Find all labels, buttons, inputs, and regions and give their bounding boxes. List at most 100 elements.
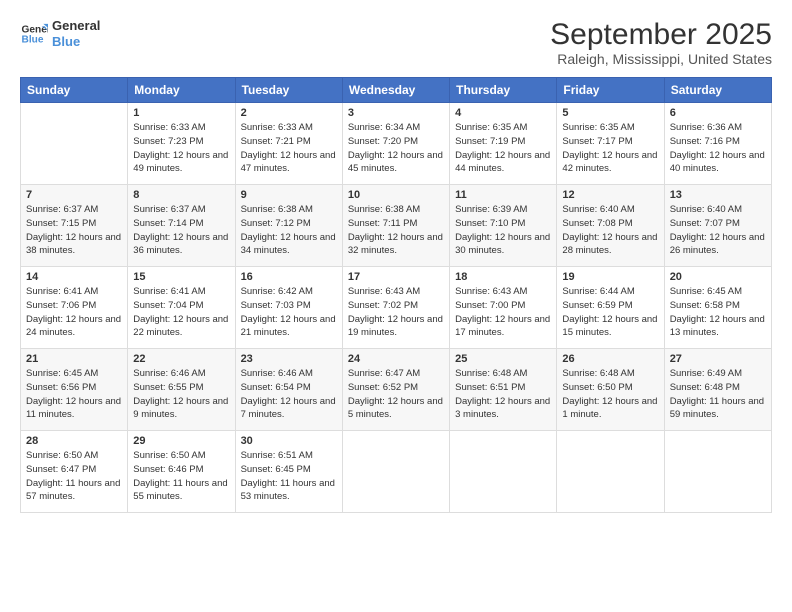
calendar: Sunday Monday Tuesday Wednesday Thursday…	[20, 77, 772, 513]
subtitle: Raleigh, Mississippi, United States	[550, 51, 772, 67]
day-number: 24	[348, 353, 444, 365]
day-number: 27	[670, 353, 766, 365]
table-row: 7 Sunrise: 6:37 AMSunset: 7:15 PMDaylight…	[21, 185, 128, 267]
table-row: 30 Sunrise: 6:51 AMSunset: 6:45 PMDayligh…	[235, 431, 342, 513]
day-number: 1	[133, 107, 229, 119]
day-number: 25	[455, 353, 551, 365]
header-monday: Monday	[128, 78, 235, 103]
day-info: Sunrise: 6:40 AMSunset: 7:07 PMDaylight:…	[670, 203, 766, 258]
day-info: Sunrise: 6:45 AMSunset: 6:58 PMDaylight:…	[670, 285, 766, 340]
svg-text:Blue: Blue	[22, 34, 44, 45]
day-number: 12	[562, 189, 658, 201]
day-info: Sunrise: 6:35 AMSunset: 7:19 PMDaylight:…	[455, 121, 551, 176]
header: General Blue General Blue September 2025…	[20, 18, 772, 67]
calendar-week-row: 21Sunrise: 6:45 AMSunset: 6:56 PMDayligh…	[21, 349, 772, 431]
day-info: Sunrise: 6:48 AMSunset: 6:50 PMDaylight:…	[562, 367, 658, 422]
day-info: Sunrise: 6:34 AMSunset: 7:20 PMDaylight:…	[348, 121, 444, 176]
table-row: 17Sunrise: 6:43 AMSunset: 7:02 PMDayligh…	[342, 267, 449, 349]
header-friday: Friday	[557, 78, 664, 103]
day-info: Sunrise: 6:47 AMSunset: 6:52 PMDaylight:…	[348, 367, 444, 422]
day-info: Sunrise: 6:46 AMSunset: 6:55 PMDaylight:…	[133, 367, 229, 422]
day-info: Sunrise: 6:49 AMSunset: 6:48 PMDaylight:…	[670, 367, 766, 422]
day-info: Sunrise: 6:51 AMSunset: 6:45 PMDaylight:…	[241, 449, 337, 504]
day-number: 16	[241, 271, 337, 283]
table-row	[450, 431, 557, 513]
day-info: Sunrise: 6:48 AMSunset: 6:51 PMDaylight:…	[455, 367, 551, 422]
day-number: 23	[241, 353, 337, 365]
day-info: Sunrise: 6:35 AMSunset: 7:17 PMDaylight:…	[562, 121, 658, 176]
day-number: 9	[241, 189, 337, 201]
header-wednesday: Wednesday	[342, 78, 449, 103]
day-info: Sunrise: 6:44 AMSunset: 6:59 PMDaylight:…	[562, 285, 658, 340]
day-number: 10	[348, 189, 444, 201]
day-number: 2	[241, 107, 337, 119]
day-info: Sunrise: 6:40 AMSunset: 7:08 PMDaylight:…	[562, 203, 658, 258]
day-info: Sunrise: 6:36 AMSunset: 7:16 PMDaylight:…	[670, 121, 766, 176]
day-number: 22	[133, 353, 229, 365]
table-row: 10 Sunrise: 6:38 AMSunset: 7:11 PMDayligh…	[342, 185, 449, 267]
header-saturday: Saturday	[664, 78, 771, 103]
table-row: 29Sunrise: 6:50 AMSunset: 6:46 PMDayligh…	[128, 431, 235, 513]
table-row: 1 Sunrise: 6:33 AMSunset: 7:23 PMDaylight…	[128, 103, 235, 185]
day-number: 15	[133, 271, 229, 283]
table-row: 14Sunrise: 6:41 AMSunset: 7:06 PMDayligh…	[21, 267, 128, 349]
day-number: 28	[26, 435, 122, 447]
table-row: 15 Sunrise: 6:41 AMSunset: 7:04 PMDayligh…	[128, 267, 235, 349]
day-number: 3	[348, 107, 444, 119]
logo-blue: Blue	[52, 34, 100, 50]
day-number: 29	[133, 435, 229, 447]
day-info: Sunrise: 6:38 AMSunset: 7:11 PMDaylight:…	[348, 203, 444, 258]
day-number: 7	[26, 189, 122, 201]
table-row: 18Sunrise: 6:43 AMSunset: 7:00 PMDayligh…	[450, 267, 557, 349]
table-row: 16 Sunrise: 6:42 AMSunset: 7:03 PMDayligh…	[235, 267, 342, 349]
day-number: 6	[670, 107, 766, 119]
day-number: 18	[455, 271, 551, 283]
table-row: 20 Sunrise: 6:45 AMSunset: 6:58 PMDayligh…	[664, 267, 771, 349]
table-row	[342, 431, 449, 513]
calendar-week-row: 1 Sunrise: 6:33 AMSunset: 7:23 PMDaylight…	[21, 103, 772, 185]
table-row: 9 Sunrise: 6:38 AMSunset: 7:12 PMDaylight…	[235, 185, 342, 267]
table-row	[557, 431, 664, 513]
table-row: 8 Sunrise: 6:37 AMSunset: 7:14 PMDaylight…	[128, 185, 235, 267]
day-number: 20	[670, 271, 766, 283]
logo-general: General	[52, 18, 100, 34]
day-number: 30	[241, 435, 337, 447]
day-number: 19	[562, 271, 658, 283]
day-info: Sunrise: 6:37 AMSunset: 7:15 PMDaylight:…	[26, 203, 122, 258]
day-number: 8	[133, 189, 229, 201]
table-row: 19 Sunrise: 6:44 AMSunset: 6:59 PMDayligh…	[557, 267, 664, 349]
table-row	[664, 431, 771, 513]
day-info: Sunrise: 6:45 AMSunset: 6:56 PMDaylight:…	[26, 367, 122, 422]
table-row: 27 Sunrise: 6:49 AMSunset: 6:48 PMDayligh…	[664, 349, 771, 431]
day-number: 11	[455, 189, 551, 201]
calendar-week-row: 14Sunrise: 6:41 AMSunset: 7:06 PMDayligh…	[21, 267, 772, 349]
table-row: 25 Sunrise: 6:48 AMSunset: 6:51 PMDayligh…	[450, 349, 557, 431]
calendar-week-row: 28Sunrise: 6:50 AMSunset: 6:47 PMDayligh…	[21, 431, 772, 513]
logo: General Blue General Blue	[20, 18, 100, 49]
table-row: 21Sunrise: 6:45 AMSunset: 6:56 PMDayligh…	[21, 349, 128, 431]
table-row: 28Sunrise: 6:50 AMSunset: 6:47 PMDayligh…	[21, 431, 128, 513]
day-info: Sunrise: 6:46 AMSunset: 6:54 PMDaylight:…	[241, 367, 337, 422]
table-row: 3 Sunrise: 6:34 AMSunset: 7:20 PMDaylight…	[342, 103, 449, 185]
day-info: Sunrise: 6:43 AMSunset: 7:02 PMDaylight:…	[348, 285, 444, 340]
day-info: Sunrise: 6:33 AMSunset: 7:23 PMDaylight:…	[133, 121, 229, 176]
day-info: Sunrise: 6:41 AMSunset: 7:04 PMDaylight:…	[133, 285, 229, 340]
table-row: 4 Sunrise: 6:35 AMSunset: 7:19 PMDaylight…	[450, 103, 557, 185]
table-row: 13Sunrise: 6:40 AMSunset: 7:07 PMDayligh…	[664, 185, 771, 267]
day-info: Sunrise: 6:39 AMSunset: 7:10 PMDaylight:…	[455, 203, 551, 258]
table-row: 24 Sunrise: 6:47 AMSunset: 6:52 PMDayligh…	[342, 349, 449, 431]
day-number: 14	[26, 271, 122, 283]
day-info: Sunrise: 6:38 AMSunset: 7:12 PMDaylight:…	[241, 203, 337, 258]
day-info: Sunrise: 6:33 AMSunset: 7:21 PMDaylight:…	[241, 121, 337, 176]
day-info: Sunrise: 6:42 AMSunset: 7:03 PMDaylight:…	[241, 285, 337, 340]
header-tuesday: Tuesday	[235, 78, 342, 103]
day-info: Sunrise: 6:37 AMSunset: 7:14 PMDaylight:…	[133, 203, 229, 258]
logo-icon: General Blue	[20, 20, 48, 48]
table-row: 26 Sunrise: 6:48 AMSunset: 6:50 PMDayligh…	[557, 349, 664, 431]
day-number: 4	[455, 107, 551, 119]
table-row: 22 Sunrise: 6:46 AMSunset: 6:55 PMDayligh…	[128, 349, 235, 431]
day-number: 26	[562, 353, 658, 365]
table-row: 11 Sunrise: 6:39 AMSunset: 7:10 PMDayligh…	[450, 185, 557, 267]
table-row	[21, 103, 128, 185]
calendar-header-row: Sunday Monday Tuesday Wednesday Thursday…	[21, 78, 772, 103]
